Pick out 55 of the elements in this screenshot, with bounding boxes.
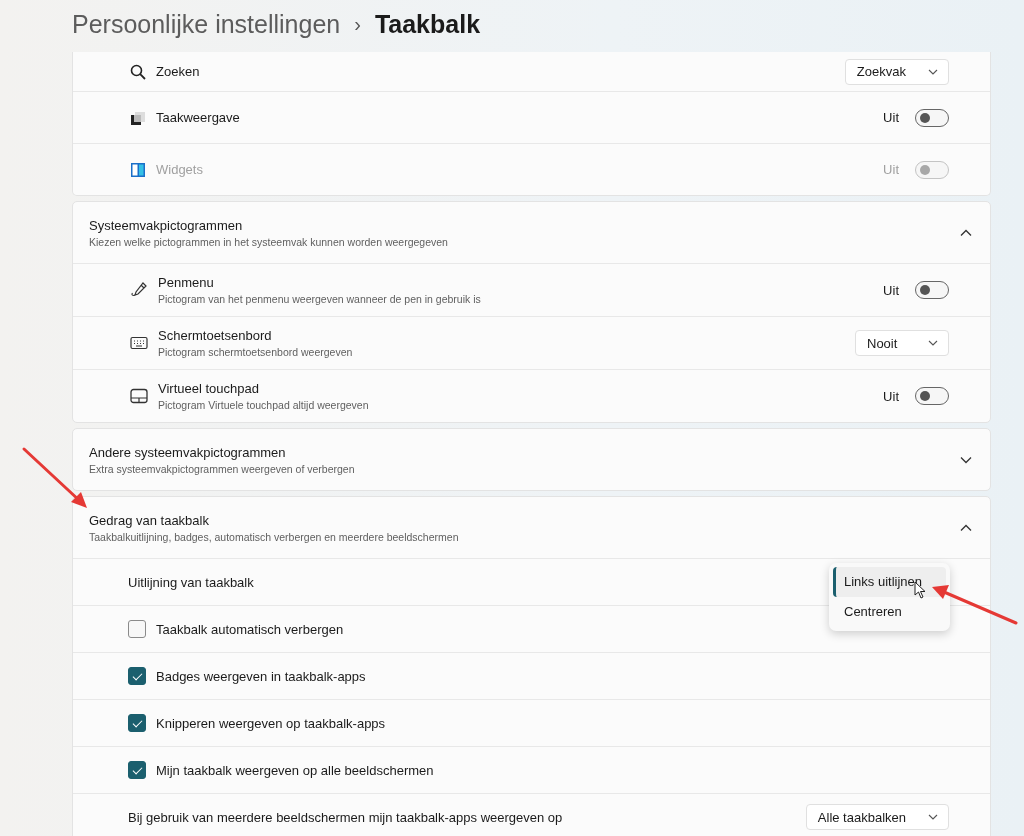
chevron-up-icon[interactable]: [960, 228, 972, 237]
checkbox[interactable]: [128, 620, 146, 638]
checkbox[interactable]: [128, 667, 146, 685]
pen-icon: [130, 281, 148, 299]
chevron-down-icon: [928, 68, 938, 75]
dropdown[interactable]: Alle taakbalken: [805, 804, 949, 830]
touchpad-icon: [130, 388, 148, 404]
setting-description: Pictogram schermtoetsenbord weergeven: [158, 346, 353, 358]
toggle-state-text: Uit: [883, 388, 899, 404]
section-description: Kiezen welke pictogrammen in het systeemvak kunnen worden weergegeven: [89, 235, 448, 248]
section-title: Andere systeemvakpictogrammen: [89, 444, 287, 460]
page-title: Taakbalk: [374, 9, 481, 39]
toggle-switch[interactable]: [915, 108, 949, 127]
breadcrumb-separator: ›: [354, 12, 361, 36]
section-header[interactable]: Systeemvakpictogrammen Kiezen welke pictogrammen in het systeemvak kunnen worden weergegeven: [73, 202, 990, 263]
setting-label: Zoeken: [156, 64, 200, 79]
chevron-down-icon: [928, 814, 938, 820]
section-header[interactable]: Gedrag van taakbalk Taakbalkuitlijning, badges, automatisch verbergen en meerdere beeldschermen: [73, 497, 990, 558]
toggle-state-text: Uit: [883, 110, 899, 125]
setting-label: Bij gebruik van meerdere beeldschermen mijn taakbalk-apps weergeven op: [128, 809, 563, 825]
setting-label: Schermtoetsenbord: [158, 328, 273, 343]
setting-label: Badges weergeven in taakbalk-apps: [156, 668, 366, 684]
checkbox[interactable]: [128, 714, 146, 732]
setting-label: Penmenu: [158, 275, 215, 290]
chevron-down-icon[interactable]: [960, 455, 972, 464]
search-icon: [130, 63, 146, 80]
menu-option[interactable]: Centreren: [833, 597, 946, 627]
section-description: Extra systeemvakpictogrammen weergeven of verbergen: [89, 462, 355, 475]
setting-label: Taakweergave: [156, 110, 240, 125]
setting-label: Uitlijning van taakbalk: [128, 574, 254, 590]
keyboard-icon: [130, 336, 148, 350]
section-description: Taakbalkuitlijning, badges, automatisch verbergen en meerdere beeldschermen: [89, 530, 459, 543]
section-title: Systeemvakpictogrammen: [89, 217, 244, 233]
chevron-up-icon[interactable]: [960, 523, 972, 532]
setting-label: Virtueel touchpad: [158, 381, 260, 396]
dropdown[interactable]: Nooit: [855, 330, 949, 356]
section-title: Gedrag van taakbalk: [89, 512, 210, 528]
checkbox[interactable]: [128, 761, 146, 779]
setting-description: Pictogram Virtuele touchpad altijd weergeven: [158, 399, 369, 411]
setting-label: Taakbalk automatisch verbergen: [156, 621, 344, 637]
toggle-state-text: Uit: [883, 162, 899, 177]
setting-description: Pictogram van het penmenu weergeven wanneer de pen in gebruik is: [158, 293, 481, 305]
setting-label: Widgets: [156, 162, 203, 177]
overlapping-squares-icon: [130, 109, 146, 126]
chevron-down-icon: [928, 340, 938, 346]
toggle-state-text: Uit: [883, 282, 899, 298]
menu-option[interactable]: Links uitlijnen: [833, 567, 946, 597]
toggle-switch[interactable]: [915, 387, 949, 405]
section-header[interactable]: Andere systeemvakpictogrammen Extra systeemvakpictogrammen weergeven of verbergen: [73, 429, 990, 490]
breadcrumb-link[interactable]: Persoonlijke instellingen: [72, 9, 341, 39]
setting-label: Knipperen weergeven op taakbalk-apps: [156, 715, 386, 731]
toggle-switch[interactable]: [915, 281, 949, 299]
dropdown[interactable]: Zoekvak: [844, 58, 949, 85]
setting-label: Mijn taakbalk weergeven op alle beeldschermen: [156, 762, 434, 778]
widget-panels-icon: [130, 161, 146, 178]
